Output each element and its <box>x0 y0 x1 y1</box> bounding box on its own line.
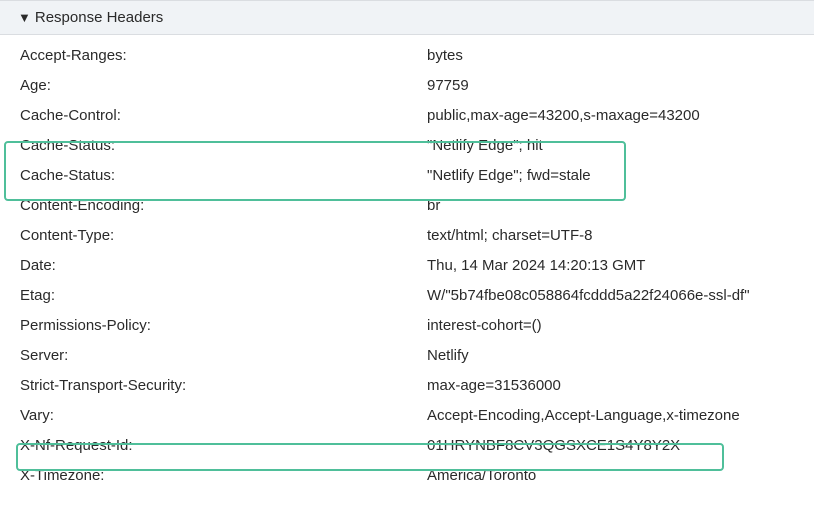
header-value: America/Toronto <box>427 465 794 487</box>
header-key: Server: <box>20 345 427 367</box>
header-value: br <box>427 195 794 217</box>
header-row: Age:97759 <box>0 71 814 101</box>
header-row: X-Timezone:America/Toronto <box>0 461 814 491</box>
header-key: Date: <box>20 255 427 277</box>
section-title: Response Headers <box>35 9 163 26</box>
header-value: public,max-age=43200,s-maxage=43200 <box>427 105 794 127</box>
header-value: bytes <box>427 45 794 67</box>
header-key: Strict-Transport-Security: <box>20 375 427 397</box>
header-value: "Netlify Edge"; hit <box>427 135 794 157</box>
header-key: Vary: <box>20 405 427 427</box>
header-row: Accept-Ranges:bytes <box>0 41 814 71</box>
response-headers-toggle[interactable]: ▼ Response Headers <box>0 1 814 35</box>
header-value: 01HRYNBF8CV3QGSXCE1S4Y8Y2X <box>427 435 794 457</box>
header-row: Cache-Status:"Netlify Edge"; hit <box>0 131 814 161</box>
header-row: Cache-Status:"Netlify Edge"; fwd=stale <box>0 161 814 191</box>
header-key: Cache-Control: <box>20 105 427 127</box>
header-value: "Netlify Edge"; fwd=stale <box>427 165 794 187</box>
header-key: Cache-Status: <box>20 165 427 187</box>
header-key: X-Nf-Request-Id: <box>20 435 427 457</box>
header-key: Etag: <box>20 285 427 307</box>
header-key: Content-Encoding: <box>20 195 427 217</box>
header-key: Accept-Ranges: <box>20 45 427 67</box>
header-value: max-age=31536000 <box>427 375 794 397</box>
header-row: Server:Netlify <box>0 341 814 371</box>
header-row: Cache-Control:public,max-age=43200,s-max… <box>0 101 814 131</box>
header-row: Permissions-Policy:interest-cohort=() <box>0 311 814 341</box>
disclosure-triangle-icon: ▼ <box>18 11 31 24</box>
header-value: text/html; charset=UTF-8 <box>427 225 794 247</box>
header-rows: Accept-Ranges:bytes Age:97759 Cache-Cont… <box>0 35 814 505</box>
response-headers-panel: ▼ Response Headers Accept-Ranges:bytes A… <box>0 0 814 505</box>
header-row: Strict-Transport-Security:max-age=315360… <box>0 371 814 401</box>
header-key: Permissions-Policy: <box>20 315 427 337</box>
header-row: Content-Encoding:br <box>0 191 814 221</box>
header-key: X-Timezone: <box>20 465 427 487</box>
header-row: X-Nf-Request-Id:01HRYNBF8CV3QGSXCE1S4Y8Y… <box>0 431 814 461</box>
header-row: Vary:Accept-Encoding,Accept-Language,x-t… <box>0 401 814 431</box>
header-value: W/"5b74fbe08c058864fcddd5a22f24066e-ssl-… <box>427 285 794 307</box>
header-key: Cache-Status: <box>20 135 427 157</box>
header-value: Accept-Encoding,Accept-Language,x-timezo… <box>427 405 794 427</box>
header-row: Date:Thu, 14 Mar 2024 14:20:13 GMT <box>0 251 814 281</box>
header-row: Etag:W/"5b74fbe08c058864fcddd5a22f24066e… <box>0 281 814 311</box>
header-value: interest-cohort=() <box>427 315 794 337</box>
header-value: Netlify <box>427 345 794 367</box>
header-key: Age: <box>20 75 427 97</box>
header-value: Thu, 14 Mar 2024 14:20:13 GMT <box>427 255 794 277</box>
header-value: 97759 <box>427 75 794 97</box>
header-row: Content-Type:text/html; charset=UTF-8 <box>0 221 814 251</box>
header-key: Content-Type: <box>20 225 427 247</box>
